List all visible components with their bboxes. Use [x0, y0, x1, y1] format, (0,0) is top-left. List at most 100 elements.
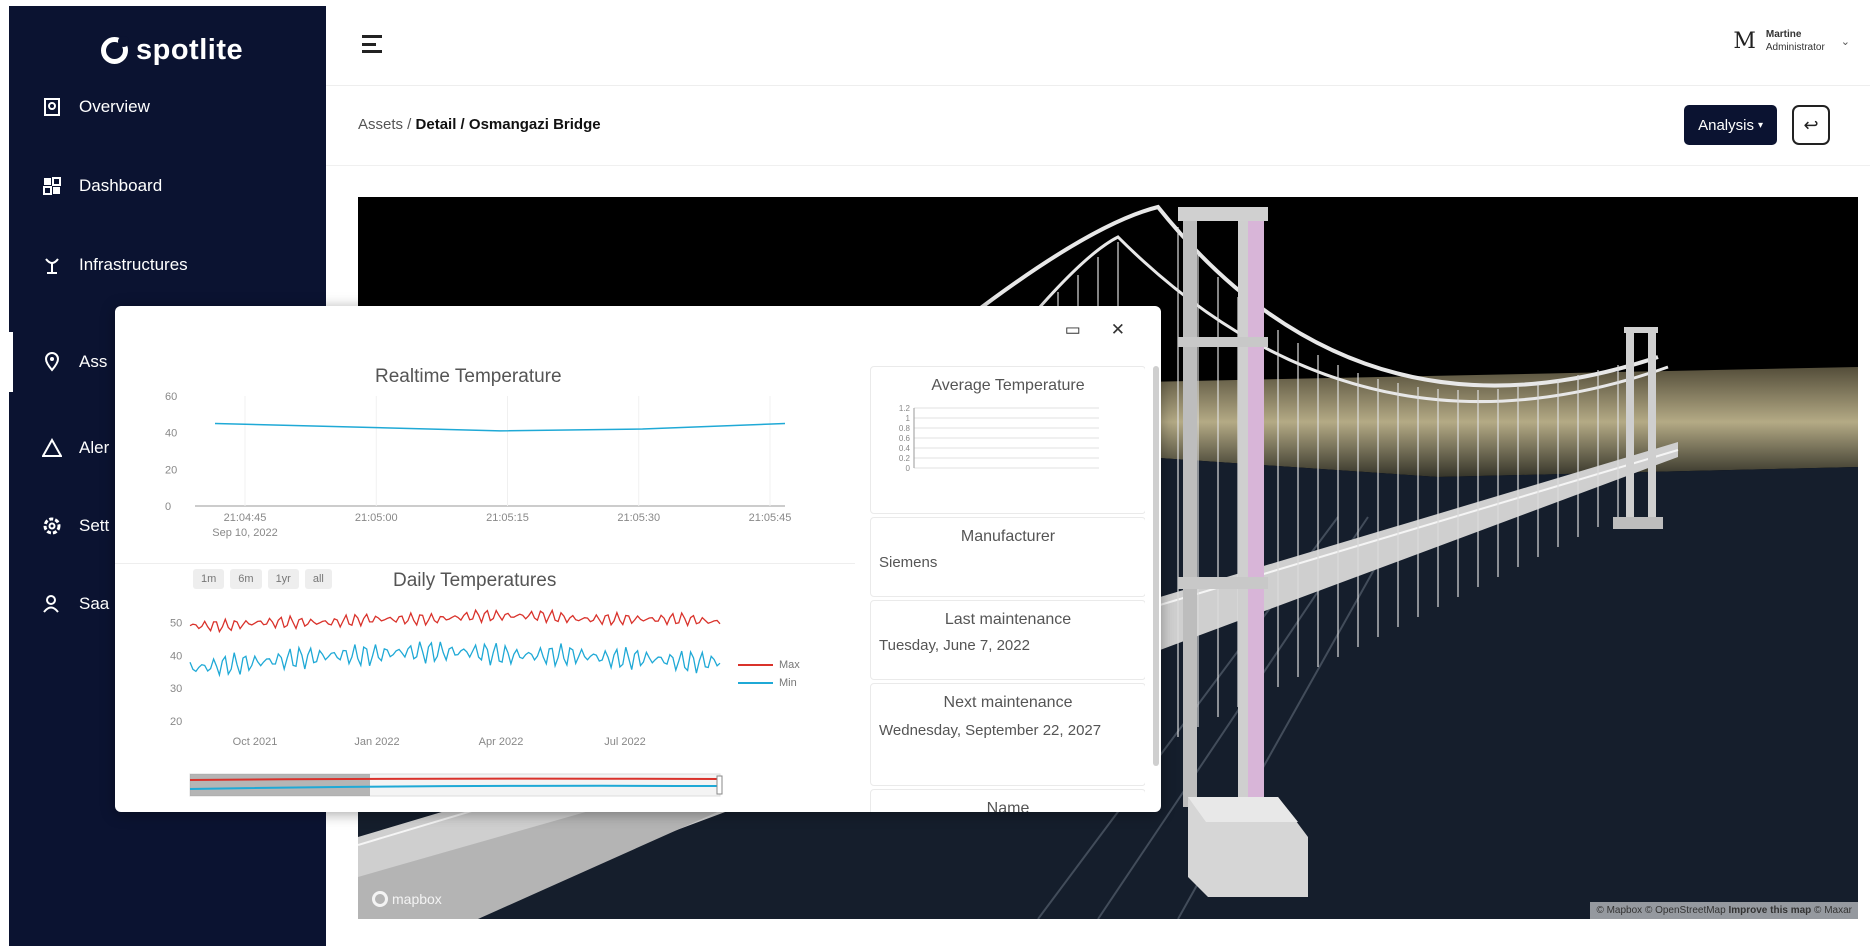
- card-title: Average Temperature: [931, 377, 1085, 394]
- asset-detail-popup: ▭ ✕ Realtime Temperature 0 20 40 60 21:04:45…: [115, 306, 1161, 812]
- app-name: spotlite: [136, 34, 244, 66]
- chart-legend: Max Min: [738, 656, 800, 692]
- y-tick-label: 30: [170, 683, 182, 695]
- breadcrumb: Assets / Detail / Osmangazi Bridge: [358, 116, 601, 133]
- y-tick-label: 0.4: [899, 444, 911, 453]
- mapbox-logo-text: mapbox: [392, 891, 442, 907]
- max-series-line: [189, 608, 721, 634]
- x-tick-label: 21:04:45: [224, 512, 267, 524]
- range-slider: [189, 773, 723, 797]
- x-tick-label: 21:05:45: [749, 512, 792, 524]
- legend-swatch: [738, 682, 773, 685]
- mapbox-logo[interactable]: mapbox: [372, 891, 442, 907]
- attribution-maxar[interactable]: © Maxar: [1811, 905, 1852, 916]
- user-name: Martine: [1765, 29, 1802, 40]
- y-tick-label: 1.2: [899, 404, 911, 413]
- sidebar-item-label: Dashboard: [79, 176, 163, 195]
- y-tick-label: 20: [165, 464, 177, 476]
- card-value: Wednesday, September 22, 2027: [879, 722, 1102, 739]
- popup-toolbar: ▭ ✕: [1065, 320, 1125, 340]
- sidebar-item-dashboard[interactable]: Dashboard: [9, 156, 326, 216]
- legend-label: Min: [779, 677, 797, 689]
- x-tick-label: Jan 2022: [354, 736, 399, 748]
- avatar: M: [1733, 28, 1756, 54]
- asset-info-panel: Average Temperature 0 0.2 0.4 0.6 0.8 1 1.2 Ma…: [870, 366, 1145, 812]
- charts-panel: Realtime Temperature 0 20 40 60 21:04:45 21:0…: [115, 356, 855, 812]
- y-tick-label: 0.6: [899, 434, 911, 443]
- spotlite-logo-icon: [101, 36, 129, 64]
- range-slider-handle: [716, 775, 723, 795]
- y-tick-label: 0.8: [899, 424, 911, 433]
- range-button-1yr[interactable]: 1yr: [267, 569, 299, 589]
- map-attribution: © Mapbox © OpenStreetMap Improve this ma…: [1590, 902, 1858, 919]
- menu-toggle-icon[interactable]: [362, 35, 382, 53]
- location-pin-icon: [41, 351, 63, 373]
- range-button-6m[interactable]: 6m: [230, 569, 262, 589]
- legend-swatch: [738, 664, 773, 667]
- undo-arrow-icon: ↩: [1803, 114, 1819, 135]
- last-maintenance-card: Last maintenance Tuesday, June 7, 2022: [870, 600, 1145, 680]
- attribution-text[interactable]: © Mapbox © OpenStreetMap: [1596, 905, 1728, 916]
- sidebar-item-overview[interactable]: Overview: [9, 77, 326, 137]
- breadcrumb-assets[interactable]: Assets: [358, 116, 403, 133]
- gear-icon: [41, 515, 63, 537]
- range-button-all[interactable]: all: [304, 569, 332, 589]
- user-role: Administrator: [1765, 42, 1825, 53]
- analysis-dropdown-button[interactable]: Analysis ▾: [1684, 105, 1777, 145]
- analysis-button-label: Analysis: [1698, 116, 1754, 134]
- average-temperature-card: Average Temperature 0 0.2 0.4 0.6 0.8 1 1.2: [870, 366, 1145, 514]
- daily-chart-title: Daily Temperatures: [393, 570, 557, 591]
- sidebar-item-label: Overview: [79, 97, 150, 116]
- dashboard-icon: [41, 175, 63, 197]
- sidebar-item-label: Ass: [79, 352, 108, 371]
- x-tick-label: 21:05:00: [355, 512, 398, 524]
- card-title: Name: [986, 800, 1030, 812]
- sidebar-item-label: Saa: [79, 594, 110, 613]
- y-tick-label: 40: [165, 428, 177, 440]
- card-title: Last maintenance: [944, 611, 1072, 628]
- user-menu[interactable]: M Martine Administrator ⌄: [1733, 28, 1850, 54]
- legend-item-min[interactable]: Min: [738, 674, 800, 692]
- average-temperature-chart: 00.20.40.60.811.2: [899, 404, 1099, 473]
- user-icon: [41, 593, 63, 615]
- improve-map-link[interactable]: Improve this map: [1728, 905, 1811, 916]
- legend-label: Max: [779, 659, 800, 671]
- range-slider-mask: [190, 774, 370, 796]
- top-bar: M Martine Administrator ⌄: [326, 6, 1870, 86]
- manufacturer-card: Manufacturer Siemens: [870, 517, 1145, 597]
- app-logo[interactable]: spotlite: [101, 34, 243, 67]
- page-header: Assets / Detail / Osmangazi Bridge Analy…: [326, 86, 1870, 166]
- x-tick-label: Apr 2022: [479, 736, 524, 748]
- range-button-1m[interactable]: 1m: [193, 569, 225, 589]
- breadcrumb-detail[interactable]: Detail: [416, 116, 457, 133]
- range-selector: 1m 6m 1yr all: [193, 569, 332, 589]
- chevron-down-icon[interactable]: ⌄: [1841, 35, 1850, 48]
- y-tick-label: 50: [170, 617, 182, 629]
- realtime-temperature-chart[interactable]: 0 20 40 60 21:04:45 21:05:00 21:05:15 21:05:30 2…: [115, 386, 855, 556]
- scrollbar[interactable]: [1153, 366, 1159, 766]
- breadcrumb-separator: /: [456, 116, 469, 133]
- back-button[interactable]: ↩: [1792, 105, 1830, 145]
- maximize-icon[interactable]: ▭: [1065, 320, 1081, 340]
- alert-triangle-icon: [41, 437, 63, 459]
- page-title: Osmangazi Bridge: [468, 116, 601, 133]
- y-tick-label: 20: [170, 716, 182, 728]
- sidebar-item-infrastructures[interactable]: Infrastructures: [9, 235, 326, 295]
- min-series-line: [189, 641, 721, 678]
- infrastructure-icon: [41, 254, 63, 276]
- x-tick-label: Oct 2021: [233, 736, 278, 748]
- user-info: Martine Administrator: [1766, 28, 1825, 54]
- y-tick-label: 0: [906, 464, 911, 473]
- y-tick-label: 60: [165, 391, 177, 403]
- close-icon[interactable]: ✕: [1111, 320, 1125, 340]
- overview-icon: [41, 96, 63, 118]
- card-value: Tuesday, June 7, 2022: [879, 637, 1030, 654]
- app-root: spotlite Overview Dashboard Infrastructu…: [0, 0, 1870, 946]
- daily-temperatures-chart[interactable]: 20 30 40 50 Oct 2021 Jan 2022 Apr 2022 Jul 2022: [115, 596, 855, 812]
- sidebar-item-label: Sett: [79, 516, 110, 535]
- divider: [115, 563, 855, 564]
- card-title: Manufacturer: [960, 528, 1056, 545]
- next-maintenance-card: Next maintenance Wednesday, September 22…: [870, 683, 1145, 786]
- realtime-series-line: [214, 422, 786, 432]
- legend-item-max[interactable]: Max: [738, 656, 800, 674]
